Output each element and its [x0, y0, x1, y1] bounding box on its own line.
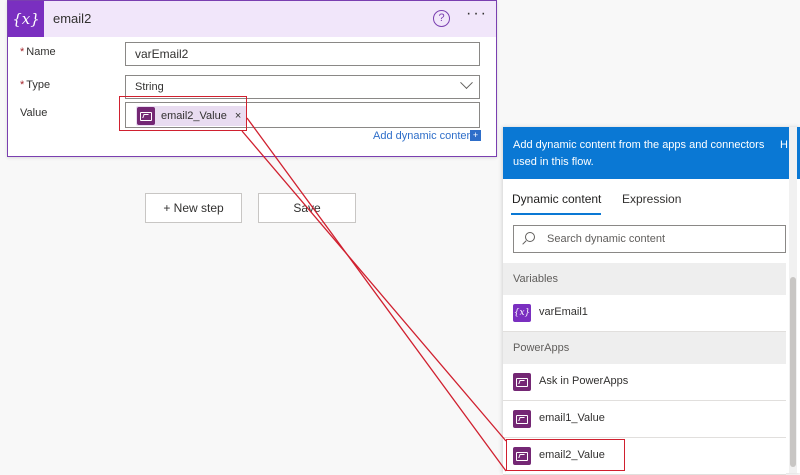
connector-lines [241, 117, 507, 472]
